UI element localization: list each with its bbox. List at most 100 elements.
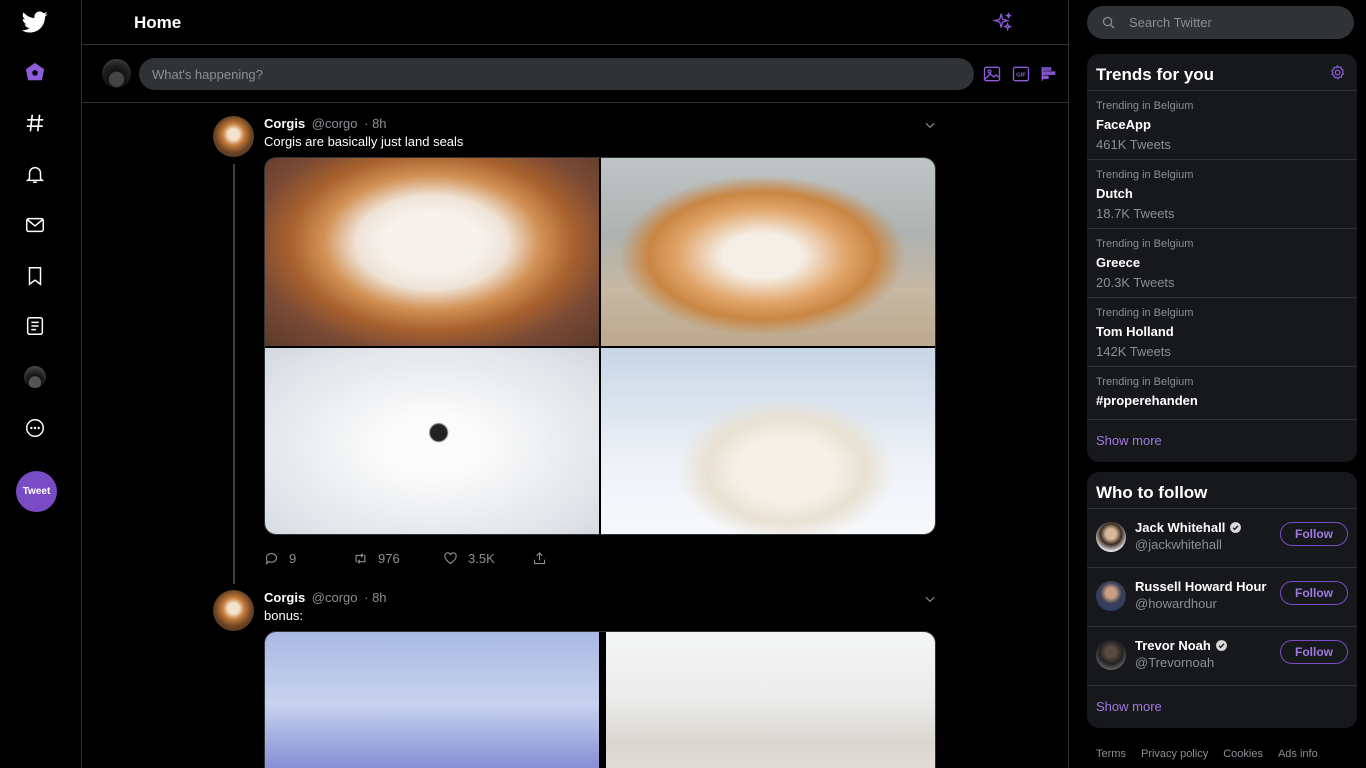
trend-count: 18.7K Tweets — [1096, 206, 1175, 221]
trend-topic: Dutch — [1096, 186, 1133, 201]
follow-button[interactable]: Follow — [1280, 640, 1348, 664]
who-to-follow-panel: Who to follow Jack Whitehall @jackwhiteh… — [1087, 472, 1357, 728]
trend-item[interactable]: Trending in Belgium Greece 20.3K Tweets — [1087, 229, 1357, 298]
more-options-icon[interactable] — [22, 415, 48, 441]
tweet-actions: 9 976 3.5K — [264, 548, 564, 568]
avatar[interactable] — [1096, 581, 1126, 611]
lists-icon[interactable] — [22, 313, 48, 339]
trend-count: 142K Tweets — [1096, 344, 1171, 359]
twitter-logo-icon[interactable] — [22, 9, 48, 35]
trend-topic: Tom Holland — [1096, 324, 1174, 339]
media-image-corgi-upside-down[interactable] — [265, 158, 599, 346]
media-grid[interactable] — [264, 631, 936, 768]
who-to-follow-title: Who to follow — [1087, 472, 1357, 509]
media-image-corgi-smiling[interactable] — [601, 158, 935, 346]
tweet-button[interactable]: Tweet — [16, 471, 57, 512]
suggestion-name-text: Jack Whitehall — [1135, 520, 1226, 535]
trend-item[interactable]: Trending in Belgium FaceApp 461K Tweets — [1087, 91, 1357, 160]
footer-ads-link[interactable]: Ads info — [1278, 748, 1318, 760]
trend-topic: #properehanden — [1096, 393, 1198, 408]
suggestion-name[interactable]: Jack Whitehall — [1135, 520, 1242, 535]
follow-suggestion[interactable]: Trevor Noah @Trevornoah Follow — [1087, 627, 1357, 686]
retweet-count: 976 — [378, 550, 400, 566]
follow-button[interactable]: Follow — [1280, 522, 1348, 546]
home-icon[interactable] — [22, 59, 48, 85]
suggestion-name-text: Russell Howard Hour — [1135, 579, 1267, 594]
like-count: 3.5K — [468, 550, 495, 566]
suggestion-name[interactable]: Russell Howard Hour — [1135, 579, 1266, 594]
media-image-seal-snow-2[interactable] — [606, 632, 935, 768]
retweet-button[interactable]: 976 — [353, 548, 400, 568]
trends-title-text: Trends for you — [1096, 65, 1215, 84]
media-grid[interactable] — [264, 157, 936, 535]
trend-context: Trending in Belgium — [1096, 238, 1194, 250]
search-box[interactable] — [1087, 6, 1354, 39]
footer-privacy-link[interactable]: Privacy policy — [1141, 748, 1208, 760]
sparkle-icon[interactable] — [992, 11, 1014, 33]
retweet-icon — [355, 552, 366, 564]
page-title: Home — [134, 13, 182, 32]
timeline-header: Home — [82, 0, 1068, 45]
follow-suggestion[interactable]: Russell Howard Hour @howardhour Follow — [1087, 568, 1357, 627]
heart-icon — [444, 551, 457, 564]
footer-terms-link[interactable]: Terms — [1096, 748, 1126, 760]
tweet-composer: GIF — [82, 45, 1068, 103]
tweet[interactable]: Corgis @corgo · 8h bonus: — [213, 590, 943, 768]
reply-button[interactable]: 9 — [264, 548, 296, 568]
follow-button[interactable]: Follow — [1280, 581, 1348, 605]
suggestion-name[interactable]: Trevor Noah — [1135, 638, 1228, 653]
explore-hashtag-icon[interactable] — [22, 110, 48, 136]
poll-icon[interactable] — [1039, 64, 1059, 84]
avatar[interactable] — [1096, 522, 1126, 552]
like-button[interactable]: 3.5K — [443, 548, 495, 568]
profile-avatar-icon[interactable] — [22, 364, 48, 390]
follow-suggestion[interactable]: Jack Whitehall @jackwhitehall Follow — [1087, 509, 1357, 568]
trend-context: Trending in Belgium — [1096, 100, 1194, 112]
verified-badge-icon — [1230, 522, 1242, 533]
avatar — [102, 59, 131, 88]
trend-context: Trending in Belgium — [1096, 307, 1194, 319]
tweet-text: bonus: — [264, 608, 304, 623]
avatar[interactable] — [1096, 640, 1126, 670]
notifications-bell-icon[interactable] — [22, 161, 48, 187]
search-input[interactable] — [1129, 6, 1344, 39]
who-to-follow-show-more-link[interactable]: Show more — [1087, 686, 1357, 728]
footer-cookies-link[interactable]: Cookies — [1223, 748, 1263, 760]
gear-icon[interactable] — [1329, 64, 1346, 81]
author-handle[interactable]: @corgo — [312, 116, 358, 131]
reply-count: 9 — [289, 550, 297, 566]
trends-show-more-link[interactable]: Show more — [1087, 420, 1357, 462]
gif-icon[interactable]: GIF — [1011, 64, 1031, 84]
media-image-seal-blue[interactable] — [265, 632, 599, 768]
suggestion-handle: @howardhour — [1135, 596, 1217, 611]
trend-context: Trending in Belgium — [1096, 376, 1194, 388]
compose-input[interactable] — [139, 58, 974, 90]
author-name[interactable]: Corgis — [264, 590, 305, 605]
trend-count: 461K Tweets — [1096, 137, 1171, 152]
tweet-header: Corgis @corgo · 8h — [264, 116, 387, 131]
trend-item[interactable]: Trending in Belgium Dutch 18.7K Tweets — [1087, 160, 1357, 229]
avatar[interactable] — [213, 116, 254, 157]
author-name[interactable]: Corgis — [264, 116, 305, 131]
left-nav: Tweet — [0, 0, 82, 768]
suggestion-name-text: Trevor Noah — [1135, 638, 1211, 653]
tweet[interactable]: Corgis @corgo · 8h Corgis are basically … — [213, 116, 943, 576]
reply-icon — [265, 552, 278, 565]
chevron-down-icon[interactable] — [923, 118, 937, 132]
media-image-seal-face[interactable] — [265, 348, 599, 534]
messages-envelope-icon[interactable] — [22, 212, 48, 238]
trend-topic: Greece — [1096, 255, 1141, 270]
tweet-text: Corgis are basically just land seals — [264, 134, 464, 149]
search-icon — [1102, 16, 1115, 29]
chevron-down-icon[interactable] — [923, 592, 937, 606]
bookmarks-icon[interactable] — [22, 263, 48, 289]
tweet-header: Corgis @corgo · 8h — [264, 590, 387, 605]
avatar[interactable] — [213, 590, 254, 631]
trend-item[interactable]: Trending in Belgium Tom Holland 142K Twe… — [1087, 298, 1357, 367]
media-image-seal-snow[interactable] — [601, 348, 935, 534]
image-icon[interactable] — [982, 64, 1002, 84]
trend-item[interactable]: Trending in Belgium #properehanden — [1087, 367, 1357, 420]
share-button[interactable] — [532, 548, 557, 568]
author-handle[interactable]: @corgo — [312, 590, 358, 605]
right-sidebar: Trends for you Trending in Belgium FaceA… — [1069, 0, 1366, 768]
